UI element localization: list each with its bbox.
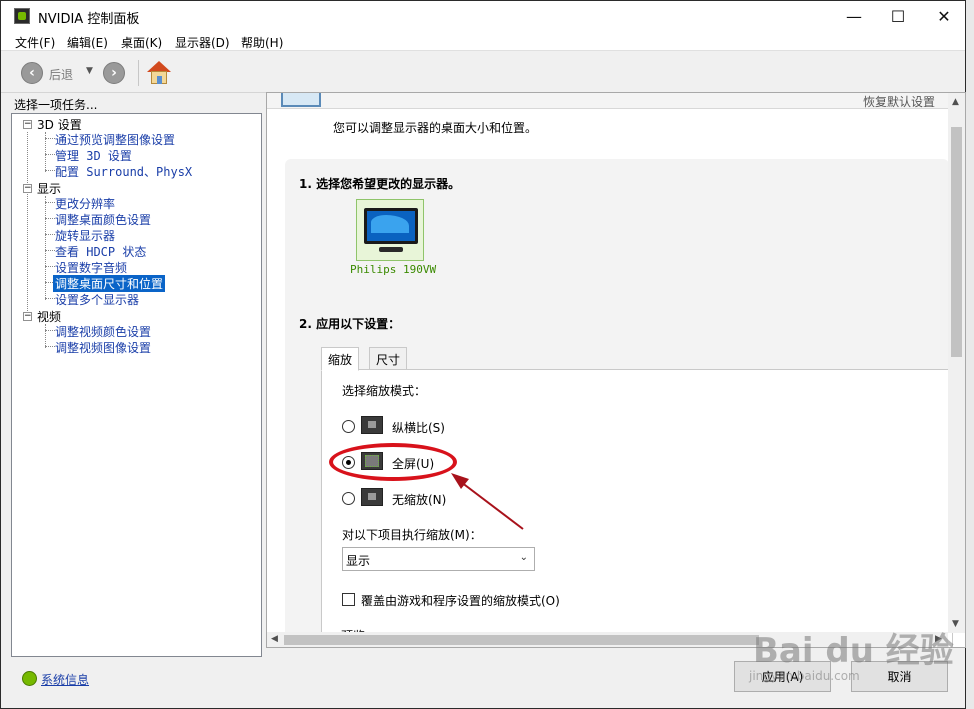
- collapse-toggle-display[interactable]: −: [23, 184, 32, 193]
- monitor-name-label: Philips 190VW: [350, 263, 437, 276]
- scroll-left-icon[interactable]: ◀: [271, 634, 278, 644]
- horizontal-scroll-thumb[interactable]: [284, 635, 759, 645]
- watermark-main: Bai du 经验: [753, 631, 954, 671]
- arrow-left-icon: ‹: [29, 65, 35, 81]
- collapse-toggle-video[interactable]: −: [23, 312, 32, 321]
- tree-item-rotate-display[interactable]: 旋转显示器: [55, 227, 115, 244]
- perform-scaling-on-value: 显示: [346, 554, 371, 568]
- override-scaling-checkbox[interactable]: [342, 593, 355, 606]
- tree-item-configure-surround-physx[interactable]: 配置 Surround、PhysX: [55, 163, 192, 180]
- minimize-button[interactable]: —: [831, 1, 877, 31]
- aspect-ratio-label[interactable]: 纵横比(S): [392, 419, 445, 436]
- aspect-ratio-icon: [361, 416, 383, 434]
- annotation-arrow: [451, 473, 524, 530]
- task-tree: − 3D 设置 通过预览调整图像设置 管理 3D 设置 配置 Surround、…: [11, 113, 262, 657]
- collapse-toggle-3d[interactable]: −: [23, 120, 32, 129]
- radio-no-scaling[interactable]: [342, 492, 355, 505]
- main-content-panel: 恢复默认设置 您可以调整显示器的桌面大小和位置。 1. 选择您希望更改的显示器。…: [266, 92, 966, 648]
- background-window-edge: [966, 0, 974, 709]
- close-button[interactable]: ✕: [921, 1, 967, 31]
- tab-size[interactable]: 尺寸: [369, 347, 408, 370]
- toolbar: ‹ 后退 ▼ ›: [1, 52, 965, 93]
- menu-desktop[interactable]: 桌面(K): [121, 34, 162, 51]
- annotation-highlight-ellipse: [329, 443, 457, 481]
- menu-display[interactable]: 显示器(D): [175, 34, 230, 51]
- forward-button[interactable]: ›: [103, 62, 125, 84]
- page-banner: 恢复默认设置: [267, 93, 965, 109]
- tree-item-desktop-size-position[interactable]: 调整桌面尺寸和位置: [53, 275, 166, 292]
- monitor-selector-tile[interactable]: [356, 199, 424, 261]
- system-info-link[interactable]: 系统信息: [41, 671, 89, 688]
- scaling-mode-label: 选择缩放模式：: [342, 384, 427, 398]
- back-history-dropdown-icon[interactable]: ▼: [86, 66, 93, 76]
- override-scaling-label[interactable]: 覆盖由游戏和程序设置的缩放模式(O): [361, 592, 560, 609]
- monitor-stand-icon: [379, 247, 403, 252]
- tree-item-change-resolution[interactable]: 更改分辨率: [55, 195, 115, 212]
- tree-guide-line: [27, 132, 28, 317]
- tree-item-video-color-settings[interactable]: 调整视频颜色设置: [55, 323, 151, 340]
- tab-scaling[interactable]: 缩放: [321, 347, 360, 371]
- tree-item-multiple-displays[interactable]: 设置多个显示器: [55, 291, 139, 308]
- window-title: NVIDIA 控制面板: [38, 12, 140, 27]
- back-label: 后退: [49, 68, 74, 82]
- tree-item-video-image-settings[interactable]: 调整视频图像设置: [55, 339, 151, 356]
- tree-item-preview-image-settings[interactable]: 通过预览调整图像设置: [55, 131, 175, 148]
- vertical-scrollbar[interactable]: ▲ ▼: [948, 93, 965, 633]
- menu-file[interactable]: 文件(F): [15, 34, 55, 51]
- no-scaling-icon: [361, 488, 383, 506]
- tree-item-desktop-color-settings[interactable]: 调整桌面颜色设置: [55, 211, 151, 228]
- nvidia-app-icon: [14, 8, 30, 24]
- system-info-icon[interactable]: [22, 671, 37, 686]
- display-banner-icon: [281, 93, 321, 107]
- nvidia-control-panel-window: NVIDIA 控制面板 — ☐ ✕ 文件(F) 编辑(E) 桌面(K) 显示器(…: [0, 0, 966, 709]
- radio-aspect-ratio[interactable]: [342, 420, 355, 433]
- tree-item-digital-audio[interactable]: 设置数字音频: [55, 259, 127, 276]
- no-scaling-label[interactable]: 无缩放(N): [392, 491, 446, 508]
- baidu-watermark: Bai du 经验 jingyan.baidu.com: [745, 623, 954, 693]
- menu-help[interactable]: 帮助(H): [241, 34, 283, 51]
- monitor-icon: [364, 208, 418, 244]
- tree-guide-line: [45, 324, 46, 348]
- back-button[interactable]: ‹: [21, 62, 43, 84]
- arrow-right-icon: ›: [111, 65, 117, 81]
- section-select-display-title: 1. 选择您希望更改的显示器。: [299, 177, 461, 191]
- tree-item-hdcp-status[interactable]: 查看 HDCP 状态: [55, 243, 146, 260]
- tree-guide-line: [45, 196, 46, 300]
- restore-defaults-link[interactable]: 恢复默认设置: [863, 93, 935, 110]
- toolbar-divider: [138, 60, 139, 86]
- menu-bar: 文件(F) 编辑(E) 桌面(K) 显示器(D) 帮助(H): [1, 31, 965, 51]
- task-panel-header: 选择一项任务...: [14, 98, 98, 112]
- title-bar: NVIDIA 控制面板 — ☐ ✕: [1, 1, 965, 31]
- chevron-down-icon: ⌄: [519, 552, 528, 563]
- perform-scaling-on-select[interactable]: 显示 ⌄: [342, 547, 535, 571]
- vertical-scroll-thumb[interactable]: [951, 127, 962, 357]
- watermark-sub: jingyan.baidu.com: [749, 669, 860, 683]
- section-apply-settings-title: 2. 应用以下设置：: [299, 317, 401, 331]
- maximize-button[interactable]: ☐: [875, 1, 921, 31]
- page-description: 您可以调整显示器的桌面大小和位置。: [333, 121, 538, 135]
- scroll-up-icon[interactable]: ▲: [952, 97, 959, 107]
- tree-item-manage-3d-settings[interactable]: 管理 3D 设置: [55, 147, 132, 164]
- menu-edit[interactable]: 编辑(E): [67, 34, 108, 51]
- home-icon[interactable]: [147, 61, 171, 85]
